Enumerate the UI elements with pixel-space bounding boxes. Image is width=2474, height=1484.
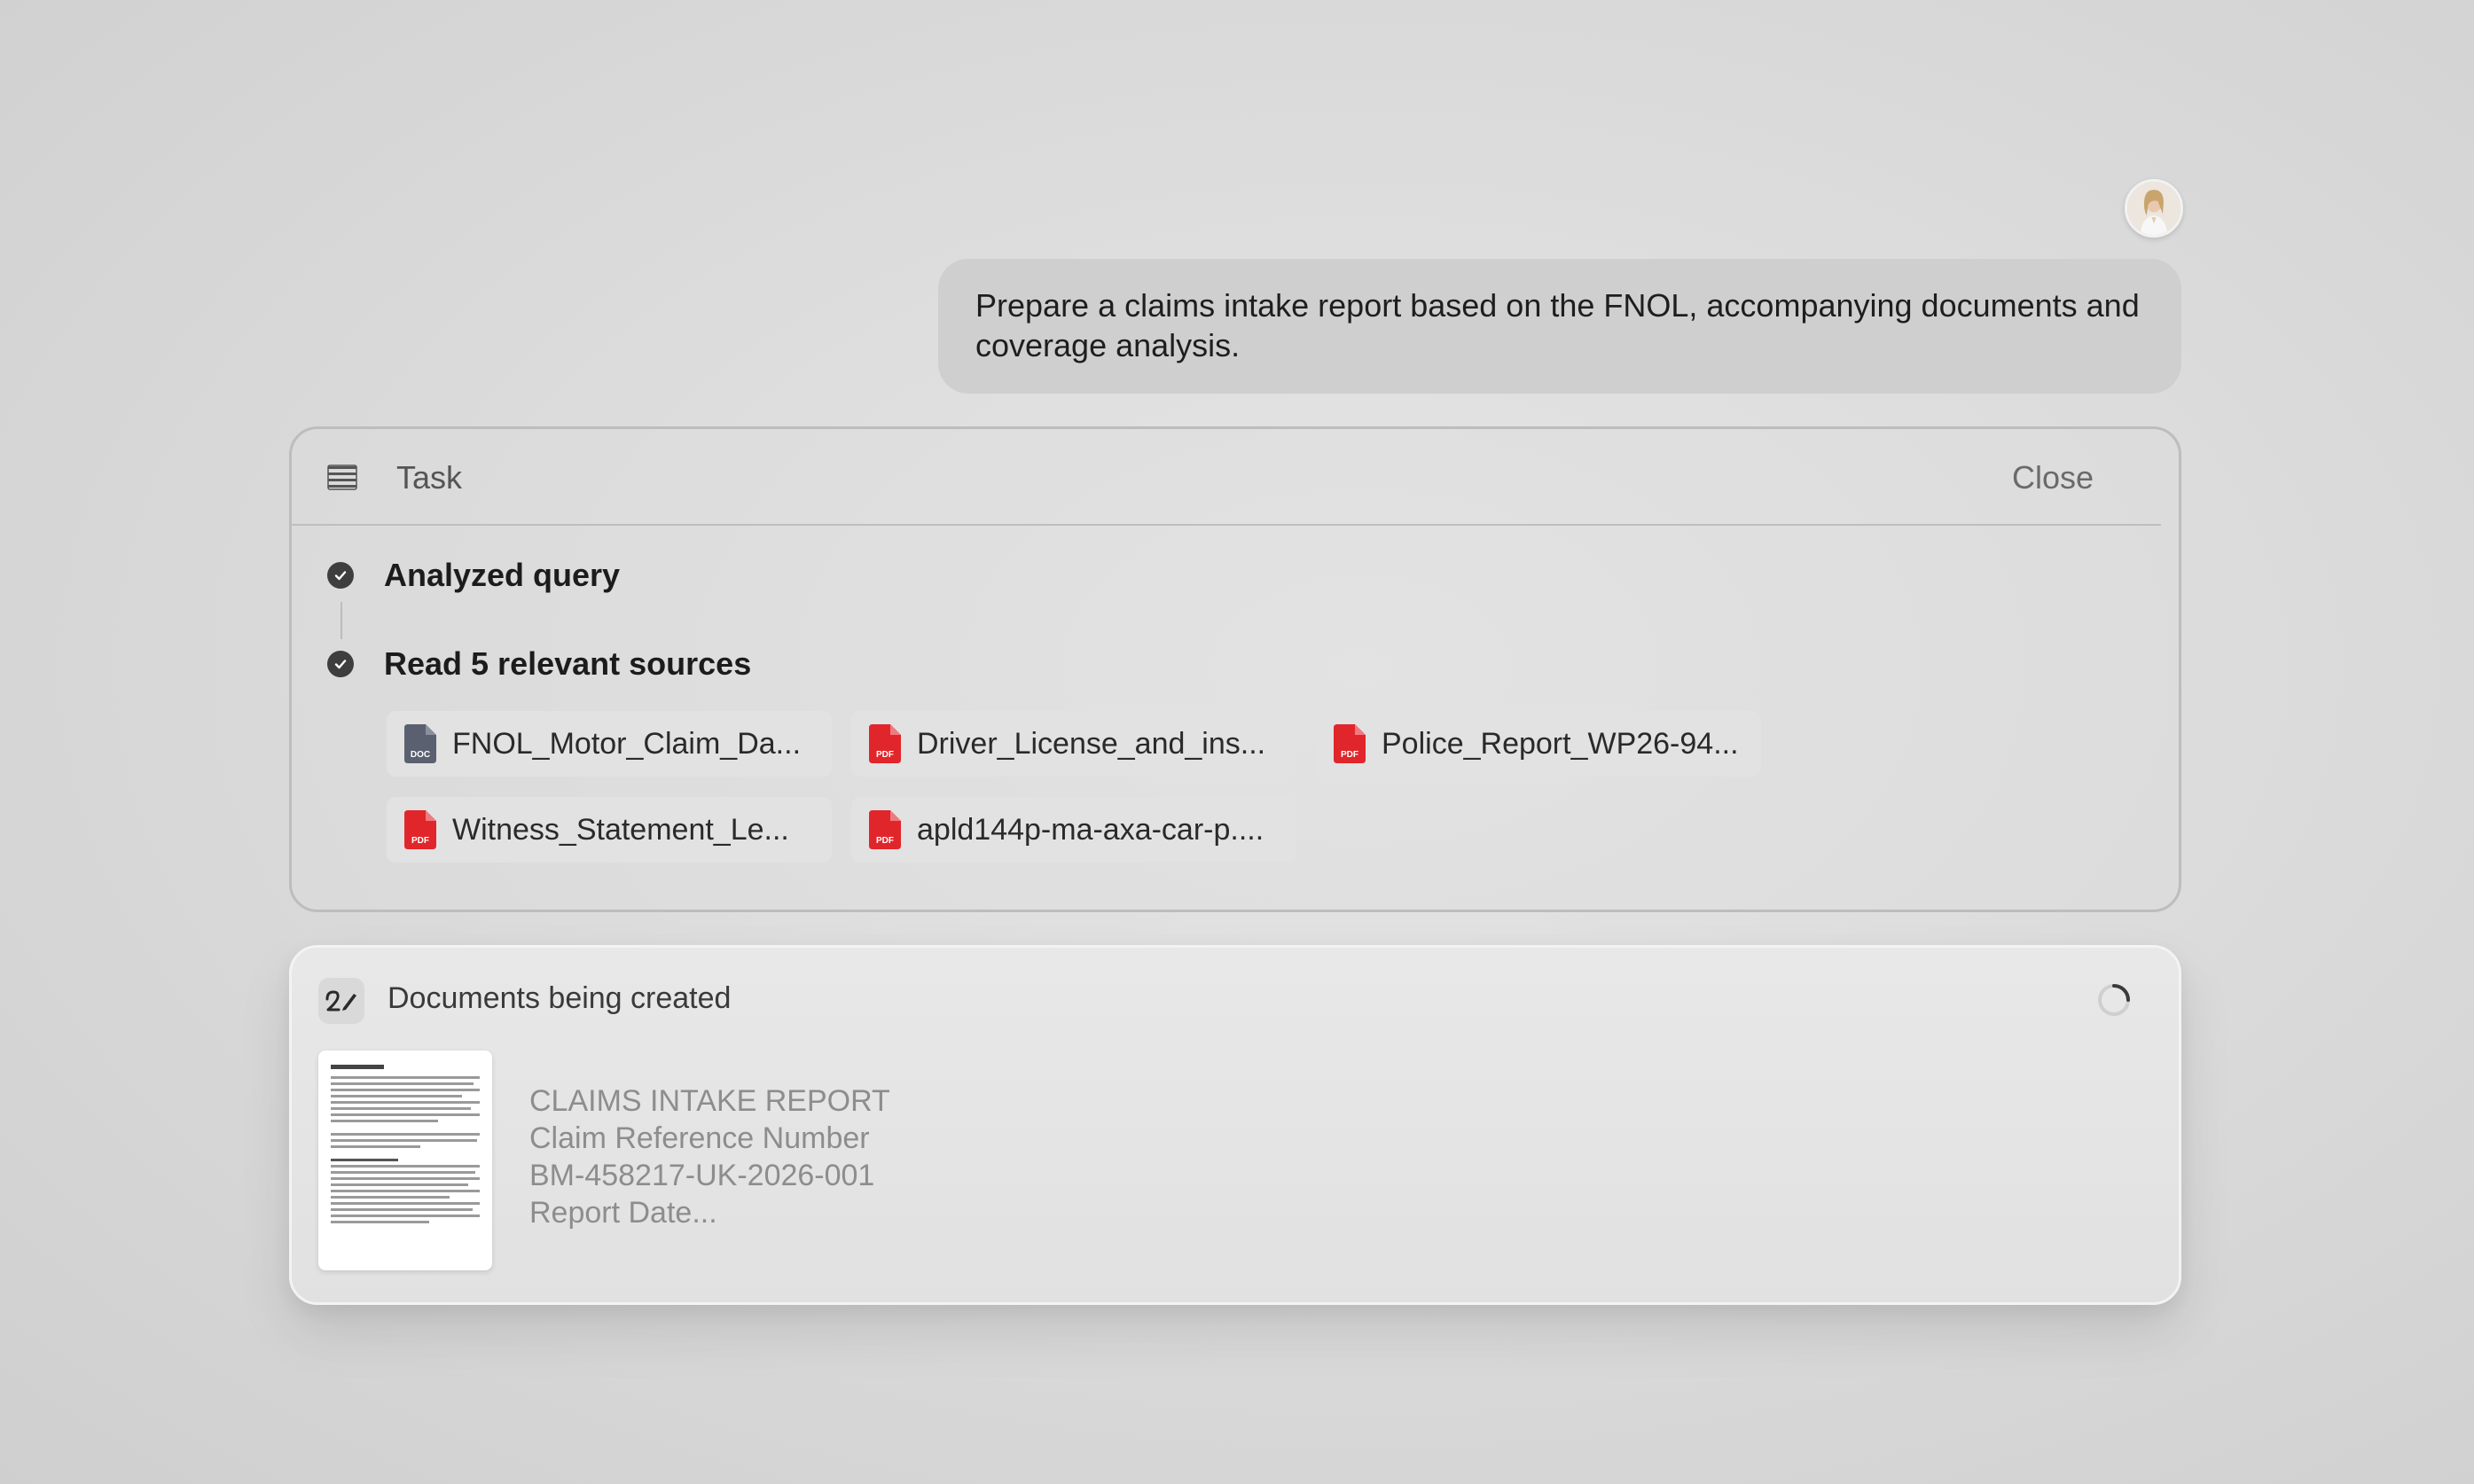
source-name: Police_Report_WP26-94... [1382,726,1739,761]
pdf-file-icon: PDF [869,724,901,763]
check-circle-icon [327,651,354,677]
task-title: Task [396,459,463,496]
step-read-sources: Read 5 relevant sources [327,645,751,683]
step-analyzed-query: Analyzed query [327,557,620,594]
preview-line: CLAIMS INTAKE REPORT [529,1084,890,1118]
pdf-file-icon: PDF [404,810,436,849]
source-chip-driver-license[interactable]: PDF Driver_License_and_ins... [851,711,1296,777]
preview-line: Report Date... [529,1196,717,1230]
avatar-photo [2127,182,2180,235]
svg-text:PDF: PDF [876,750,894,760]
document-preview-text: CLAIMS INTAKE REPORT Claim Reference Num… [529,1082,890,1231]
step-label: Read 5 relevant sources [384,645,752,682]
svg-text:PDF: PDF [411,836,429,846]
source-name: Driver_License_and_ins... [917,726,1266,761]
write-pen-icon [318,978,364,1024]
source-name: apld144p-ma-axa-car-p.... [917,812,1264,847]
documents-title: Documents being created [388,981,732,1015]
task-header: Task Close [292,429,2161,526]
svg-text:DOC: DOC [411,750,430,760]
source-chip-apld144p[interactable]: PDF apld144p-ma-axa-car-p.... [851,797,1296,863]
pdf-file-icon: PDF [1334,724,1366,763]
task-panel: Task Close Analyzed query Read 5 relevan… [289,426,2181,912]
source-chip-witness-statement[interactable]: PDF Witness_Statement_Le... [387,797,832,863]
check-circle-icon [327,562,354,589]
pdf-file-icon: PDF [869,810,901,849]
loading-spinner-icon [2098,984,2130,1016]
source-name: Witness_Statement_Le... [452,812,789,847]
source-name: FNOL_Motor_Claim_Da... [452,726,802,761]
user-message-text: Prepare a claims intake report based on … [975,287,2140,363]
user-message-bubble: Prepare a claims intake report based on … [938,259,2181,394]
step-connector [341,602,342,639]
close-button[interactable]: Close [2012,459,2094,496]
step-label: Analyzed query [384,557,621,593]
svg-text:PDF: PDF [876,836,894,846]
source-chip-police-report[interactable]: PDF Police_Report_WP26-94... [1316,711,1761,777]
documents-panel: Documents being created CLAIMS INTAKE RE… [289,945,2181,1305]
task-list-icon [327,465,357,490]
document-thumbnail[interactable] [318,1051,492,1270]
source-chip-fnol[interactable]: DOC FNOL_Motor_Claim_Da... [387,711,832,777]
preview-line: BM-458217-UK-2026-001 [529,1159,875,1192]
svg-text:PDF: PDF [1341,750,1358,760]
doc-file-icon: DOC [404,724,436,763]
user-avatar[interactable] [2125,179,2183,238]
preview-line: Claim Reference Number [529,1121,870,1155]
